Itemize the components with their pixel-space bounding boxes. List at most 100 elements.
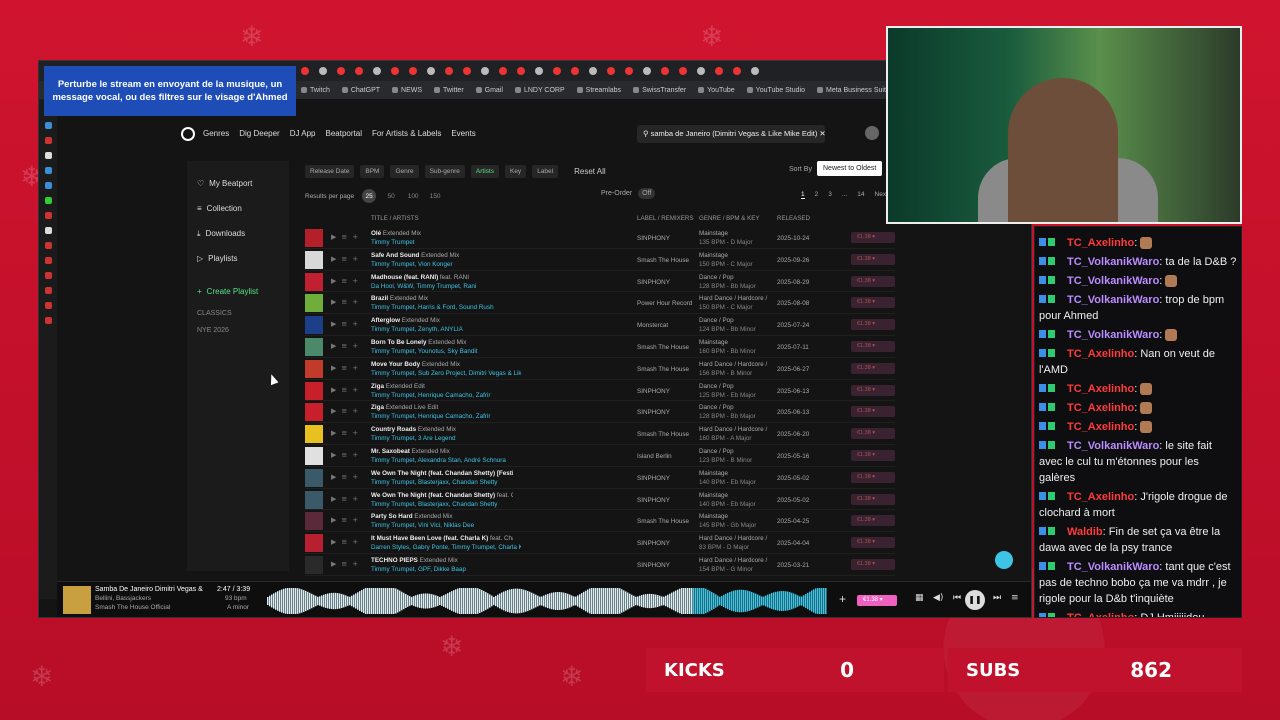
queue-icon[interactable]: ≡ bbox=[341, 233, 352, 241]
track-artwork[interactable] bbox=[305, 272, 323, 291]
track-artists[interactable]: Timmy Trumpet, Henrique Camacho, Zafrir bbox=[371, 392, 521, 399]
buy-button[interactable]: €1.38 ▾ bbox=[851, 340, 895, 352]
browser-tab[interactable] bbox=[409, 67, 417, 75]
track-artwork[interactable] bbox=[305, 512, 323, 531]
plus-icon[interactable]: + bbox=[352, 473, 363, 481]
chat-username[interactable]: TC_VolkanikWaro bbox=[1067, 256, 1159, 268]
rpp-option[interactable]: 150 bbox=[428, 189, 442, 203]
bookmark-item[interactable]: NEWS bbox=[392, 87, 422, 94]
track-artwork[interactable] bbox=[305, 468, 323, 487]
table-row[interactable]: ▶≡+ Ziga Extended Edit Timmy Trumpet, Henr… bbox=[305, 380, 895, 402]
bookmark-item[interactable]: Twitter bbox=[434, 87, 464, 94]
plus-icon[interactable]: + bbox=[352, 407, 363, 415]
track-artwork[interactable] bbox=[305, 359, 323, 378]
track-genre[interactable]: Hard Dance / Hardcore / bbox=[699, 295, 771, 302]
chat-username[interactable]: TC_VolkanikWaro bbox=[1067, 294, 1159, 306]
buy-button[interactable]: €1.38 ▾ bbox=[851, 471, 895, 483]
bookmark-item[interactable]: YouTube bbox=[698, 87, 735, 94]
queue-icon[interactable]: ≡ bbox=[341, 560, 352, 568]
plus-icon[interactable]: + bbox=[352, 429, 363, 437]
track-label[interactable]: Smash The House bbox=[637, 257, 693, 264]
menu-icon[interactable]: ≡ bbox=[1011, 593, 1019, 603]
browser-tab[interactable] bbox=[373, 67, 381, 75]
support-chat-button[interactable] bbox=[995, 551, 1013, 569]
chat-username[interactable]: TC_Axelinho bbox=[1067, 348, 1134, 360]
extension-icon[interactable] bbox=[44, 317, 52, 324]
track-genre[interactable]: Mainstage bbox=[699, 513, 771, 520]
track-label[interactable]: Power Hour Record bbox=[637, 300, 693, 307]
buy-button[interactable]: €1.38 ▾ bbox=[851, 275, 895, 287]
chat-username[interactable]: TC_Axelinho bbox=[1067, 383, 1134, 395]
chat-username[interactable]: TC_Axelinho bbox=[1067, 612, 1134, 617]
rpp-option[interactable]: 100 bbox=[406, 189, 420, 203]
filter-genre[interactable]: Genre bbox=[390, 165, 419, 178]
table-row[interactable]: ▶≡+ Safe And Sound Extended Mix Timmy Trum… bbox=[305, 249, 895, 271]
plus-icon[interactable]: + bbox=[352, 538, 363, 546]
bookmark-item[interactable]: ChatGPT bbox=[341, 87, 380, 94]
queue-icon[interactable]: ≡ bbox=[341, 407, 352, 415]
buy-button[interactable]: €1.38 ▾ bbox=[851, 362, 895, 374]
table-row[interactable]: ▶≡+ Brazil Extended Mix Timmy Trumpet, Har… bbox=[305, 292, 895, 315]
track-artwork[interactable] bbox=[305, 316, 323, 335]
queue-icon[interactable]: ≡ bbox=[341, 320, 352, 328]
track-artwork[interactable] bbox=[305, 337, 323, 356]
track-title[interactable]: Brazil Extended Mix bbox=[371, 295, 513, 302]
track-artwork[interactable] bbox=[305, 490, 323, 509]
track-title[interactable]: Ziga Extended Live Edit bbox=[371, 404, 513, 411]
track-artists[interactable]: Timmy Trumpet, Sub Zero Project, Dimitri… bbox=[371, 370, 521, 377]
track-title[interactable]: Olé Extended Mix bbox=[371, 230, 513, 237]
play-icon[interactable]: ▶ bbox=[331, 429, 341, 437]
extension-icon[interactable] bbox=[44, 137, 52, 144]
browser-tab[interactable] bbox=[517, 67, 525, 75]
queue-icon[interactable]: ≡ bbox=[341, 277, 352, 285]
track-artwork[interactable] bbox=[305, 425, 323, 444]
play-icon[interactable]: ▶ bbox=[331, 233, 341, 241]
track-artists[interactable]: Timmy Trumpet, Henrique Camacho, Zafrir bbox=[371, 413, 521, 420]
sidebar-item-my-beatport[interactable]: ♡ My Beatport bbox=[197, 171, 279, 196]
browser-tab[interactable] bbox=[463, 67, 471, 75]
create-playlist-button[interactable]: + Create Playlist bbox=[197, 277, 279, 305]
table-row[interactable]: ▶≡+ TECHNO PIEPS Extended Mix Timmy Trumpe… bbox=[305, 554, 895, 576]
reset-all-button[interactable]: Reset All bbox=[574, 167, 606, 176]
track-genre[interactable]: Hard Dance / Hardcore / bbox=[699, 361, 771, 368]
track-artists[interactable]: Timmy Trumpet, GPF, Dikke Baap bbox=[371, 566, 521, 573]
buy-button[interactable]: €1.38 ▾ bbox=[851, 537, 895, 549]
chat-username[interactable]: TC_VolkanikWaro bbox=[1067, 275, 1159, 287]
page-link[interactable]: 2 bbox=[815, 191, 819, 199]
table-row[interactable]: ▶≡+ We Own The Night (feat. Chandan Shett… bbox=[305, 467, 895, 489]
track-title[interactable]: Party So Hard Extended Mix bbox=[371, 513, 513, 520]
browser-tab[interactable] bbox=[589, 67, 597, 75]
queue-icon[interactable]: ≡ bbox=[341, 495, 352, 503]
browser-tab[interactable] bbox=[355, 67, 363, 75]
track-genre[interactable]: Mainstage bbox=[699, 339, 771, 346]
browser-tab[interactable] bbox=[571, 67, 579, 75]
track-genre[interactable]: Mainstage bbox=[699, 252, 771, 259]
table-row[interactable]: ▶≡+ Country Roads Extended Mix Timmy Trump… bbox=[305, 423, 895, 445]
chat-username[interactable]: TC_Axelinho bbox=[1067, 421, 1134, 433]
bookmark-item[interactable]: YouTube Studio bbox=[746, 87, 805, 94]
browser-tab[interactable] bbox=[715, 67, 723, 75]
chat-username[interactable]: TC_Axelinho bbox=[1067, 402, 1134, 414]
row-actions[interactable]: ▶≡+ bbox=[331, 473, 363, 481]
extension-icon[interactable] bbox=[44, 302, 52, 309]
row-actions[interactable]: ▶≡+ bbox=[331, 560, 363, 568]
track-title[interactable]: It Must Have Been Love (feat. Charla K) … bbox=[371, 535, 513, 542]
buy-button[interactable]: €1.38 ▾ bbox=[851, 384, 895, 396]
bookmark-item[interactable]: Gmail bbox=[475, 87, 503, 94]
filter-release-date[interactable]: Release Date bbox=[305, 165, 355, 178]
queue-icon[interactable]: ≡ bbox=[341, 429, 352, 437]
track-label[interactable]: Smash The House bbox=[637, 366, 693, 373]
track-genre[interactable]: Hard Dance / Hardcore / bbox=[699, 557, 771, 564]
browser-tab[interactable] bbox=[535, 67, 543, 75]
browser-tab[interactable] bbox=[697, 67, 705, 75]
table-row[interactable]: ▶≡+ Born To Be Lonely Extended Mix Timmy T… bbox=[305, 336, 895, 358]
track-artists[interactable]: Timmy Trumpet, Younotus, Sky Bandit bbox=[371, 348, 521, 355]
track-label[interactable]: Smash The House bbox=[637, 518, 693, 525]
now-playing-label[interactable]: Smash The House Official bbox=[95, 604, 170, 611]
browser-tab[interactable] bbox=[661, 67, 669, 75]
sidebar-item-collection[interactable]: ≡ Collection bbox=[197, 196, 279, 221]
play-icon[interactable]: ▶ bbox=[331, 277, 341, 285]
queue-icon[interactable]: ≡ bbox=[341, 298, 352, 306]
browser-tab[interactable] bbox=[445, 67, 453, 75]
track-artwork[interactable] bbox=[305, 555, 323, 574]
